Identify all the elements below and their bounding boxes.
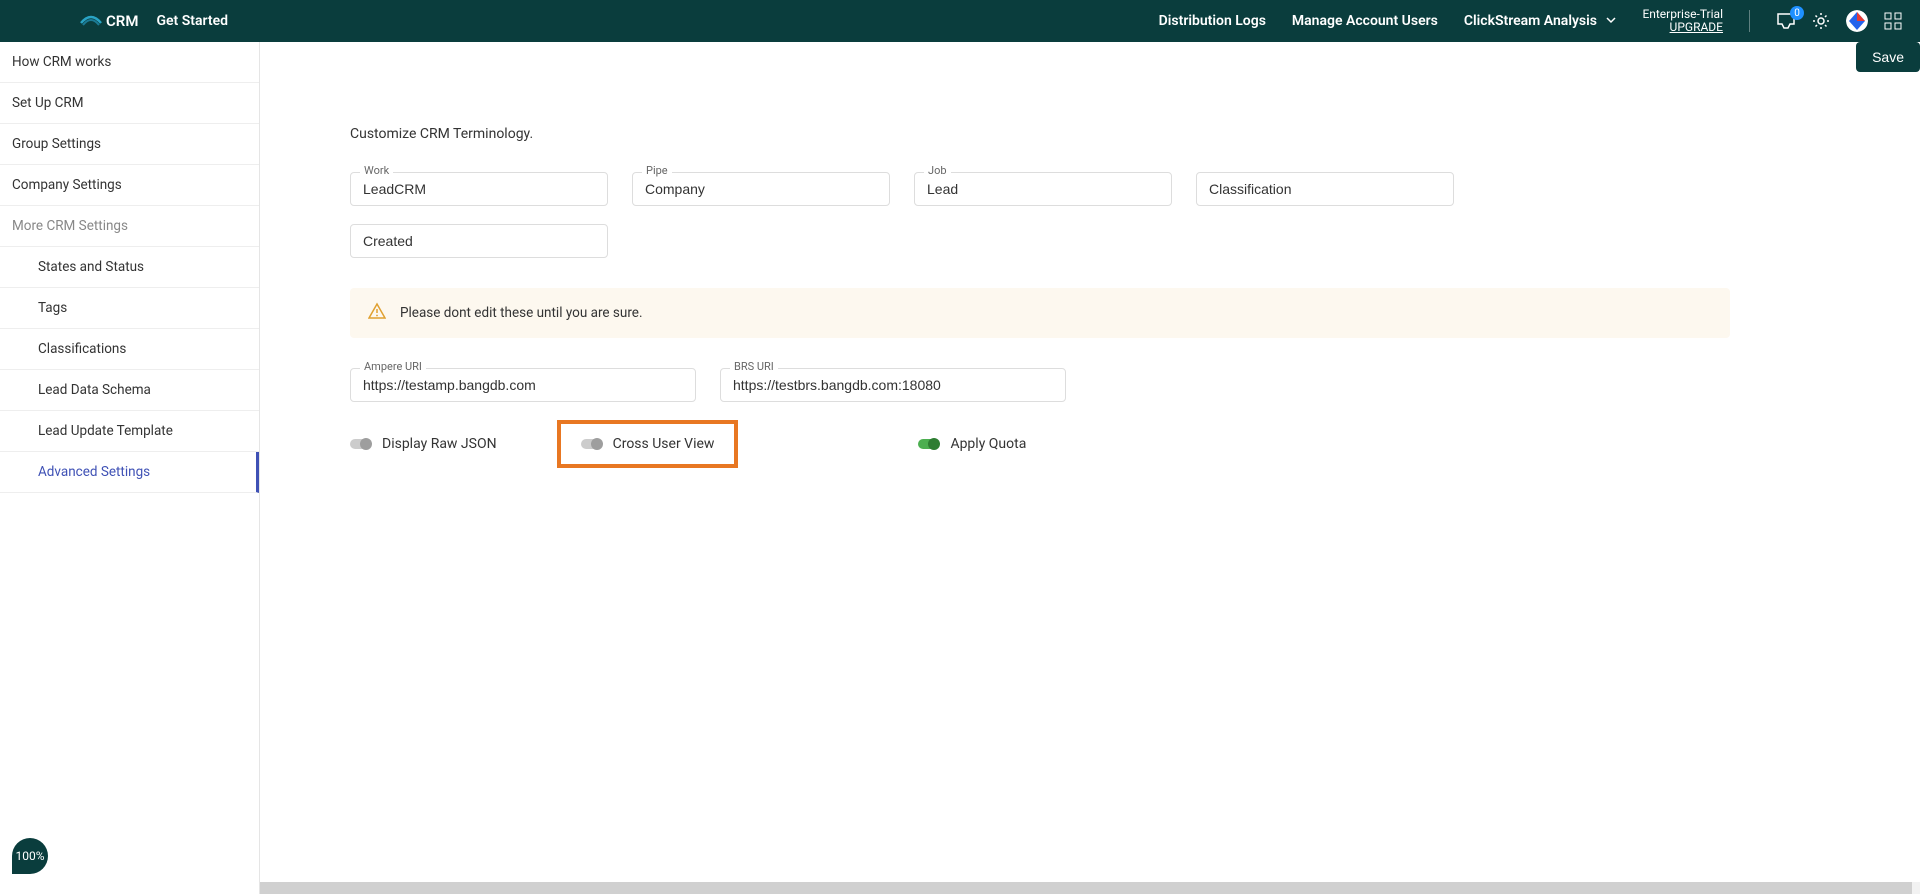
sidebar-item-classifications[interactable]: Classifications [0, 329, 259, 370]
main-content: Save Customize CRM Terminology. Work Pip… [260, 42, 1920, 894]
nav-clickstream-analysis[interactable]: ClickStream Analysis [1464, 13, 1617, 29]
nav-manage-account-users[interactable]: Manage Account Users [1292, 13, 1438, 29]
terminology-row-1: Work Pipe Job [350, 172, 1730, 206]
scrollbar-thumb[interactable] [260, 882, 1912, 894]
toggle-switch-cross-user[interactable] [581, 439, 601, 449]
crm-logo-icon [80, 15, 100, 27]
sidebar-item-set-up-crm[interactable]: Set Up CRM [0, 83, 259, 124]
field-brs-uri: BRS URI [720, 368, 1066, 402]
sidebar-item-group-settings[interactable]: Group Settings [0, 124, 259, 165]
field-brs-uri-label: BRS URI [730, 360, 778, 373]
progress-pill[interactable]: 100% [12, 838, 48, 874]
settings-button[interactable] [1812, 12, 1830, 30]
sidebar-item-advanced-settings[interactable]: Advanced Settings [0, 452, 259, 493]
plan-block: Enterprise-Trial UPGRADE [1642, 8, 1723, 34]
app-header: CRM Get Started Distribution Logs Manage… [0, 0, 1920, 42]
app-logo[interactable]: CRM [80, 12, 138, 30]
warning-text: Please dont edit these until you are sur… [400, 305, 643, 321]
field-brs-uri-input[interactable] [720, 368, 1066, 402]
nav-clickstream-label: ClickStream Analysis [1464, 13, 1597, 29]
uri-row: Ampere URI BRS URI [350, 368, 1730, 402]
toggle-row: Display Raw JSON Cross User View Apply Q… [350, 420, 1730, 468]
save-button[interactable]: Save [1856, 42, 1920, 72]
field-ampere-uri-input[interactable] [350, 368, 696, 402]
sidebar-item-lead-data-schema[interactable]: Lead Data Schema [0, 370, 259, 411]
field-job: Job [914, 172, 1172, 206]
upgrade-link[interactable]: UPGRADE [1670, 21, 1723, 34]
main-inner: Customize CRM Terminology. Work Pipe Job [260, 102, 1820, 508]
header-left: CRM Get Started [80, 12, 228, 30]
save-bar: Save [260, 42, 1920, 72]
field-classification [1196, 172, 1454, 206]
field-ampere-uri: Ampere URI [350, 368, 696, 402]
field-pipe-label: Pipe [642, 164, 672, 177]
inbox-badge: 0 [1790, 6, 1804, 20]
sidebar-item-states-and-status[interactable]: States and Status [0, 247, 259, 288]
warning-box: Please dont edit these until you are sur… [350, 288, 1730, 338]
sidebar: How CRM works Set Up CRM Group Settings … [0, 42, 260, 894]
field-ampere-uri-label: Ampere URI [360, 360, 426, 373]
nav-distribution-logs[interactable]: Distribution Logs [1159, 13, 1266, 29]
toggle-apply-quota[interactable]: Apply Quota [918, 420, 1026, 468]
header-right: Distribution Logs Manage Account Users C… [1159, 8, 1902, 34]
header-divider [1749, 10, 1750, 32]
warning-icon [368, 302, 386, 324]
toggle-label-raw-json: Display Raw JSON [382, 436, 497, 452]
field-created [350, 224, 608, 258]
chevron-down-icon [1606, 13, 1616, 23]
field-work-input[interactable] [350, 172, 608, 206]
horizontal-scrollbar[interactable] [260, 882, 1920, 894]
apps-grid-button[interactable] [1884, 12, 1902, 30]
page-title: Customize CRM Terminology. [350, 126, 1730, 142]
sidebar-item-tags[interactable]: Tags [0, 288, 259, 329]
toggle-display-raw-json[interactable]: Display Raw JSON [350, 420, 497, 468]
field-job-label: Job [924, 164, 951, 177]
terminology-row-2 [350, 224, 1730, 258]
field-pipe: Pipe [632, 172, 890, 206]
field-pipe-input[interactable] [632, 172, 890, 206]
sidebar-item-lead-update-template[interactable]: Lead Update Template [0, 411, 259, 452]
toggle-label-cross-user: Cross User View [613, 436, 715, 452]
toggle-switch-apply-quota[interactable] [918, 439, 938, 449]
nav-get-started[interactable]: Get Started [156, 13, 228, 29]
field-work-label: Work [360, 164, 393, 177]
field-created-input[interactable] [350, 224, 608, 258]
sidebar-item-more-crm-settings[interactable]: More CRM Settings [0, 206, 259, 247]
sidebar-item-company-settings[interactable]: Company Settings [0, 165, 259, 206]
field-work: Work [350, 172, 608, 206]
toggle-switch-raw-json[interactable] [350, 439, 370, 449]
field-classification-input[interactable] [1196, 172, 1454, 206]
header-icons: 0 [1776, 10, 1902, 32]
toggle-cross-user-view[interactable]: Cross User View [557, 420, 739, 468]
layout: How CRM works Set Up CRM Group Settings … [0, 42, 1920, 894]
field-job-input[interactable] [914, 172, 1172, 206]
inbox-button[interactable]: 0 [1776, 12, 1796, 30]
sidebar-item-how-crm-works[interactable]: How CRM works [0, 42, 259, 83]
app-name: CRM [106, 12, 138, 30]
avatar[interactable] [1846, 10, 1868, 32]
toggle-label-apply-quota: Apply Quota [950, 436, 1026, 452]
